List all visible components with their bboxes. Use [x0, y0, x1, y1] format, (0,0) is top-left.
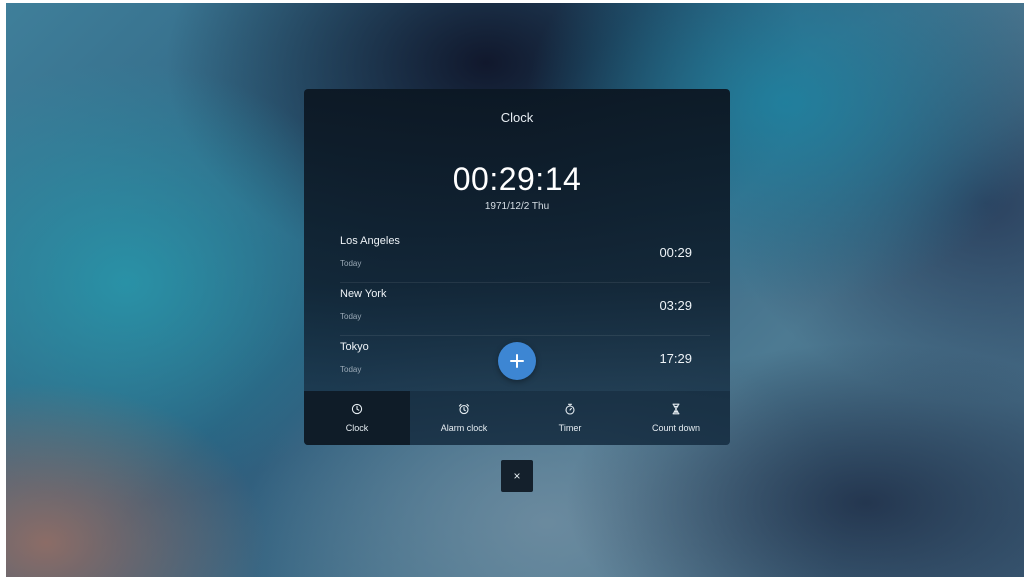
stopwatch-icon: [565, 403, 575, 415]
close-icon: ×: [513, 469, 521, 483]
city-time: 17:29: [659, 351, 692, 366]
tab-count-down[interactable]: Count down: [622, 391, 730, 445]
plus-icon: [510, 354, 524, 368]
current-time: 00:29:14: [452, 161, 582, 197]
current-date: 1971/12/2 Thu: [484, 201, 550, 212]
clock-panel: Clock 00:29:14 1971/12/2 Thu Los Angeles…: [304, 89, 730, 445]
tab-timer[interactable]: Timer: [518, 391, 622, 445]
world-clock-row[interactable]: Los Angeles Today 00:29: [324, 231, 710, 283]
bottom-tab-bar: Clock Alarm clock Timer Count down: [304, 391, 730, 445]
city-time: 03:29: [659, 298, 692, 313]
add-city-button[interactable]: [498, 342, 536, 380]
clock-icon: [351, 403, 363, 415]
alarm-clock-icon: [458, 403, 470, 415]
city-name: Tokyo: [340, 341, 369, 353]
city-day: Today: [340, 312, 362, 321]
tab-label: Clock: [345, 423, 369, 433]
tab-label: Alarm clock: [440, 423, 488, 433]
city-day: Today: [340, 365, 362, 374]
tab-label: Count down: [651, 423, 701, 433]
hourglass-icon: [672, 403, 680, 415]
tab-label: Timer: [558, 423, 582, 433]
tab-clock[interactable]: Clock: [304, 391, 410, 445]
desktop-background: Clock 00:29:14 1971/12/2 Thu Los Angeles…: [6, 3, 1024, 577]
city-name: Los Angeles: [340, 235, 400, 247]
panel-title: Clock: [500, 110, 534, 125]
city-name: New York: [340, 288, 387, 300]
close-button[interactable]: ×: [501, 460, 533, 492]
city-time: 00:29: [659, 245, 692, 260]
world-clock-row[interactable]: New York Today 03:29: [324, 284, 710, 336]
row-divider: [340, 282, 710, 283]
city-day: Today: [340, 259, 362, 268]
row-divider: [340, 335, 710, 336]
tab-alarm-clock[interactable]: Alarm clock: [410, 391, 518, 445]
